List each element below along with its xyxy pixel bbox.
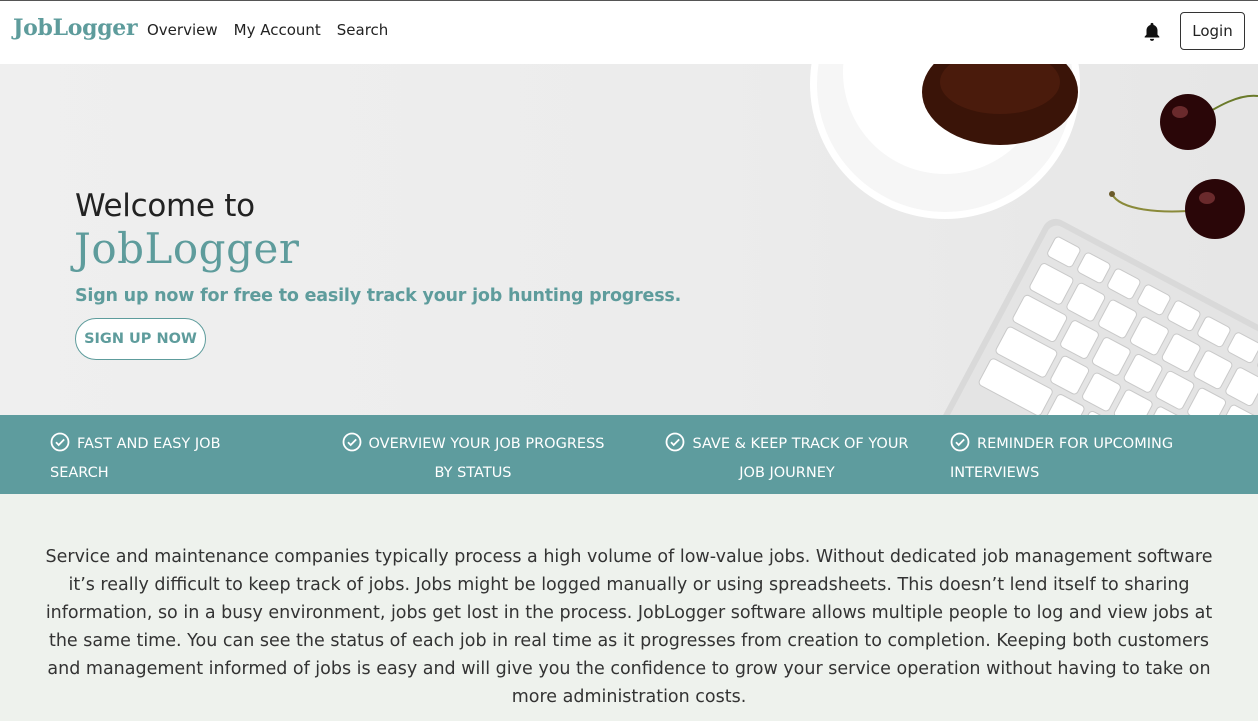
feature-item: OVERVIEW YOUR JOB PROGRESS BY STATUS [338, 432, 608, 486]
features-band: FAST AND EASY JOB SEARCH OVERVIEW YOUR J… [0, 415, 1258, 494]
hero-welcome-text: Welcome to [75, 188, 255, 224]
hero-subtitle: Sign up now for free to easily track you… [75, 286, 682, 306]
hero-brand-title: JobLogger [74, 224, 300, 273]
check-circle-icon [50, 432, 70, 461]
login-button[interactable]: Login [1180, 12, 1245, 50]
hero-background-image [810, 64, 1258, 415]
feature-label: SAVE & KEEP TRACK OF YOUR JOB JOURNEY [692, 436, 909, 481]
feature-label: FAST AND EASY JOB SEARCH [50, 436, 221, 481]
check-circle-icon [950, 432, 970, 461]
feature-label: REMINDER FOR UPCOMING INTERVIEWS [950, 436, 1174, 481]
check-circle-icon [665, 432, 685, 461]
sign-up-button[interactable]: SIGN UP NOW [75, 318, 206, 360]
feature-item: FAST AND EASY JOB SEARCH [50, 432, 275, 486]
feature-item: REMINDER FOR UPCOMING INTERVIEWS [950, 432, 1254, 486]
intro-paragraph: Service and maintenance companies typica… [45, 547, 1213, 707]
hero-banner: Welcome to JobLogger Sign up now for fre… [0, 64, 1258, 415]
check-circle-icon [342, 432, 362, 461]
nav-link-my-account[interactable]: My Account [234, 21, 321, 39]
bell-icon[interactable] [1141, 21, 1163, 43]
nav-link-search[interactable]: Search [337, 21, 389, 39]
feature-item: SAVE & KEEP TRACK OF YOUR JOB JOURNEY [656, 432, 918, 486]
brand-logo[interactable]: JobLogger [13, 15, 138, 41]
feature-label: OVERVIEW YOUR JOB PROGRESS BY STATUS [368, 436, 605, 481]
top-navbar: JobLogger Overview My Account Search Log… [0, 0, 1258, 64]
nav-link-overview[interactable]: Overview [147, 21, 218, 39]
nav-links: Overview My Account Search [147, 21, 388, 39]
